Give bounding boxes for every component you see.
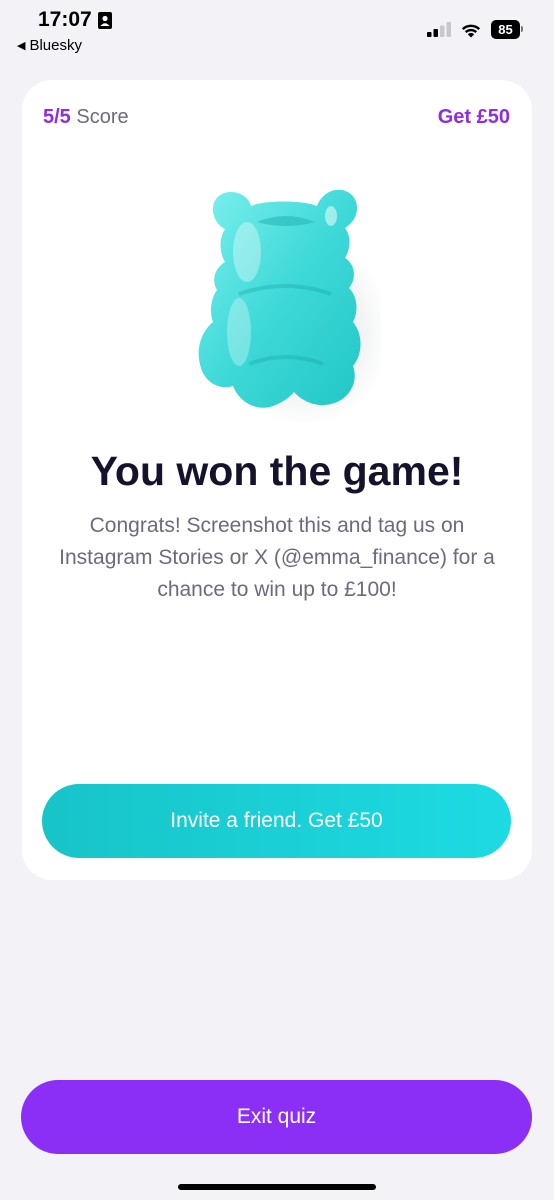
status-icons: 85 [427, 20, 523, 39]
contact-card-icon [97, 11, 112, 29]
status-time: 17:07 [38, 8, 112, 32]
gummy-bear-icon [198, 189, 381, 422]
battery-icon: 85 [491, 20, 523, 39]
result-card: 5/5 Score Get £50 You won the game! Cong… [22, 80, 532, 880]
back-arrow-icon: ◀ [17, 40, 26, 52]
back-app-label: Bluesky [29, 37, 82, 54]
home-indicator[interactable] [178, 1184, 376, 1190]
result-headline: You won the game! [90, 448, 464, 494]
exit-quiz-button[interactable]: Exit quiz [21, 1080, 532, 1154]
battery-level: 85 [498, 22, 513, 37]
signal-icon [427, 22, 451, 37]
score-label: Score [76, 106, 129, 128]
get-reward-link[interactable]: Get £50 [438, 106, 510, 129]
wifi-icon [461, 24, 481, 37]
status-time-text: 17:07 [38, 8, 92, 31]
result-message: Congrats! Screenshot this and tag us on … [59, 514, 495, 601]
score-indicator: 5/5 Score [43, 106, 129, 129]
back-to-app-link[interactable]: ◀ Bluesky [17, 37, 82, 54]
score-value: 5/5 [43, 106, 71, 128]
invite-friend-button[interactable]: Invite a friend. Get £50 [42, 784, 511, 858]
